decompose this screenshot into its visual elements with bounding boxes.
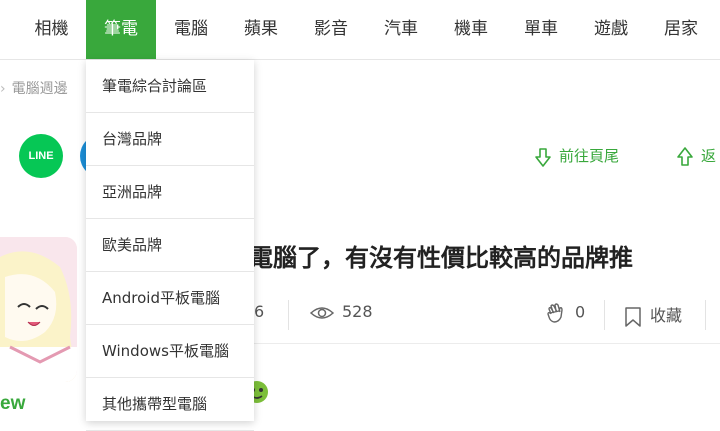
post-title[interactable]: 提電腦了，有沒有性價比較高的品牌推 [225, 238, 633, 273]
nav-item-home[interactable]: 居家 [646, 0, 716, 59]
divider [705, 300, 706, 330]
nav-item-game[interactable]: 遊戲 [576, 0, 646, 59]
back-link[interactable]: 返 [675, 145, 716, 168]
nav-item-motorcycle[interactable]: 機車 [436, 0, 506, 59]
view-count: 528 [309, 302, 373, 321]
chevron-right-icon: › [0, 81, 6, 97]
divider [225, 343, 720, 344]
menu-item-taiwan-brands[interactable]: 台灣品牌 [86, 113, 254, 166]
avatar[interactable] [0, 237, 77, 382]
bookmark-button[interactable]: 收藏 [624, 302, 682, 328]
breadcrumb: › 電腦週邊 [0, 78, 68, 98]
arrow-down-icon [535, 147, 551, 167]
back-label: 返 [701, 147, 717, 165]
bookmark-label: 收藏 [650, 306, 683, 325]
avatar-image [0, 237, 77, 382]
author-name[interactable]: ew [0, 393, 25, 415]
like-button[interactable]: 0 [545, 302, 585, 324]
divider [604, 300, 605, 330]
arrow-up-icon [677, 146, 693, 166]
divider [288, 300, 289, 330]
clap-icon [547, 303, 563, 323]
line-share-button[interactable]: LINE [19, 134, 63, 178]
nav-item-camera[interactable]: 相機 [17, 0, 86, 59]
nav-item-car[interactable]: 汽車 [366, 0, 436, 59]
menu-item-euro-us-brands[interactable]: 歐美品牌 [86, 219, 254, 272]
nav-item-bicycle[interactable]: 單車 [506, 0, 576, 59]
bookmark-icon [625, 306, 641, 327]
top-nav: 相機 筆電 電腦 蘋果 影音 汽車 機車 單車 遊戲 居家 [0, 0, 720, 60]
go-to-bottom-label: 前往頁尾 [559, 147, 620, 165]
menu-item-notebook-general[interactable]: 筆電綜合討論區 [86, 60, 254, 113]
nav-item-av[interactable]: 影音 [296, 0, 366, 59]
nav-item-notebook[interactable]: 筆電 [86, 0, 156, 59]
menu-item-windows-tablet[interactable]: Windows平板電腦 [86, 325, 254, 378]
like-count: 0 [575, 302, 586, 322]
eye-icon [309, 306, 335, 319]
go-to-bottom-link[interactable]: 前往頁尾 [533, 145, 619, 168]
view-count-value: 528 [342, 302, 373, 321]
reply-count: 6 [254, 302, 265, 321]
notebook-dropdown-menu: 筆電綜合討論區 台灣品牌 亞洲品牌 歐美品牌 Android平板電腦 Windo… [86, 60, 254, 431]
menu-item-other-portable[interactable]: 其他攜帶型電腦 [86, 378, 254, 431]
nav-item-computer[interactable]: 電腦 [156, 0, 226, 59]
breadcrumb-item[interactable]: 電腦週邊 [12, 81, 68, 97]
menu-item-asia-brands[interactable]: 亞洲品牌 [86, 166, 254, 219]
menu-item-android-tablet[interactable]: Android平板電腦 [86, 272, 254, 325]
nav-item-apple[interactable]: 蘋果 [226, 0, 296, 59]
